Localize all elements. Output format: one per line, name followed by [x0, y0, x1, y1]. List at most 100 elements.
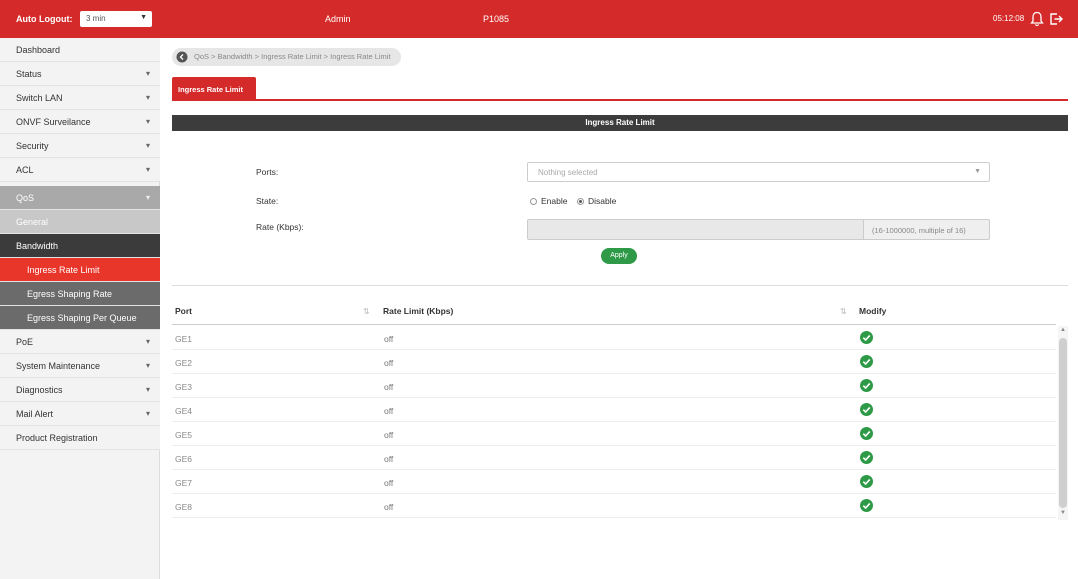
sidebar-item-general[interactable]: General: [0, 210, 160, 234]
sidebar-item-onvf[interactable]: ONVF Surveilance ▾: [0, 110, 160, 134]
sidebar-item-ingress-rate-limit[interactable]: Ingress Rate Limit: [0, 258, 160, 282]
column-header-port[interactable]: Port: [175, 306, 192, 316]
sidebar-item-egress-shaping-per-queue[interactable]: Egress Shaping Per Queue: [0, 306, 160, 330]
sidebar-item-diagnostics[interactable]: Diagnostics ▾: [0, 378, 160, 402]
navigation-icon[interactable]: [176, 51, 188, 63]
sidebar-item-dashboard[interactable]: Dashboard: [0, 38, 160, 62]
rate-cell: off: [384, 358, 394, 368]
modify-check-icon[interactable]: [860, 331, 873, 344]
table-row: GE4 off: [172, 398, 1056, 422]
disable-radio-label: Disable: [588, 196, 617, 206]
sort-icon[interactable]: ⇅: [363, 307, 370, 316]
sidebar-item-mail-alert[interactable]: Mail Alert ▾: [0, 402, 160, 426]
port-cell: GE5: [175, 430, 193, 440]
rate-cell: off: [384, 454, 394, 464]
modify-check-icon[interactable]: [860, 355, 873, 368]
sidebar-item-acl[interactable]: ACL ▾: [0, 158, 160, 182]
sort-icon[interactable]: ⇅: [840, 307, 847, 316]
column-header-modify: Modify: [859, 306, 887, 316]
rate-cell: off: [384, 382, 394, 392]
sidebar-item-qos[interactable]: QoS ▾: [0, 186, 160, 210]
chevron-down-icon: ▼: [974, 168, 981, 175]
rate-input[interactable]: [527, 219, 863, 240]
sidebar-item-system-maintenance[interactable]: System Maintenance ▾: [0, 354, 160, 378]
port-cell: GE8: [175, 502, 193, 512]
chevron-down-icon: ▾: [145, 141, 150, 150]
port-cell: GE7: [175, 478, 193, 488]
enable-radio-label: Enable: [541, 196, 568, 206]
rate-cell: off: [384, 430, 394, 440]
sidebar-item-security[interactable]: Security ▾: [0, 134, 160, 158]
auto-logout-select[interactable]: 3 min ▼: [80, 11, 152, 27]
sidebar-item-switch-lan[interactable]: Switch LAN ▾: [0, 86, 160, 110]
tab-underline: [172, 99, 1068, 101]
sidebar-item-bandwidth[interactable]: Bandwidth: [0, 234, 160, 258]
scroll-down-icon[interactable]: ▼: [1060, 510, 1066, 516]
rate-label: Rate (Kbps):: [256, 222, 304, 232]
sidebar-item-label: Dashboard: [16, 45, 61, 55]
sidebar-item-egress-shaping-rate[interactable]: Egress Shaping Rate: [0, 282, 160, 306]
sidebar-item-label: ACL: [16, 165, 34, 175]
state-label: State:: [256, 196, 279, 206]
auto-logout-value: 3 min: [86, 14, 106, 23]
chevron-down-icon: ▾: [145, 165, 150, 174]
sidebar-item-label: Diagnostics: [16, 385, 63, 395]
modify-check-icon[interactable]: [860, 451, 873, 464]
ports-label: Ports:: [256, 167, 279, 177]
rate-cell: off: [384, 334, 394, 344]
modify-check-icon[interactable]: [860, 379, 873, 392]
logout-icon[interactable]: [1048, 11, 1064, 27]
port-cell: GE2: [175, 358, 193, 368]
sidebar-item-poe[interactable]: PoE ▾: [0, 330, 160, 354]
rate-hint: (16-1000000, multiple of 16): [863, 219, 990, 240]
table-row: GE3 off: [172, 374, 1056, 398]
breadcrumb: QoS > Bandwidth > Ingress Rate Limit > I…: [172, 48, 401, 66]
sidebar-item-label: Egress Shaping Rate: [27, 289, 113, 299]
chevron-down-icon: ▾: [145, 93, 150, 102]
bell-icon[interactable]: [1030, 11, 1044, 27]
table-scrollbar[interactable]: ▲ ▼: [1058, 326, 1068, 520]
modify-check-icon[interactable]: [860, 475, 873, 488]
modify-check-icon[interactable]: [860, 403, 873, 416]
sidebar-item-label: System Maintenance: [16, 361, 101, 371]
chevron-down-icon: ▾: [145, 193, 150, 202]
table-row: GE5 off: [172, 422, 1056, 446]
breadcrumb-text[interactable]: QoS > Bandwidth > Ingress Rate Limit > I…: [194, 52, 391, 61]
modify-check-icon[interactable]: [860, 499, 873, 512]
sidebar: Dashboard Status ▾ Switch LAN ▾ ONVF Surve…: [0, 38, 160, 579]
scrollbar-thumb[interactable]: [1059, 338, 1067, 508]
modify-check-icon[interactable]: [860, 427, 873, 440]
sidebar-item-label: Ingress Rate Limit: [27, 265, 100, 275]
sidebar-item-label: Security: [16, 141, 49, 151]
sidebar-item-label: PoE: [16, 337, 34, 347]
column-header-rate-limit[interactable]: Rate Limit (Kbps): [383, 306, 453, 316]
chevron-down-icon: ▾: [145, 361, 150, 370]
sidebar-item-label: Egress Shaping Per Queue: [27, 313, 137, 323]
table-header-line: [172, 324, 1056, 325]
port-cell: GE4: [175, 406, 193, 416]
chevron-down-icon: ▾: [145, 409, 150, 418]
scroll-up-icon[interactable]: ▲: [1060, 327, 1066, 333]
rate-cell: off: [384, 406, 394, 416]
section-title: Ingress Rate Limit: [172, 115, 1068, 131]
tab-ingress-rate-limit[interactable]: Ingress Rate Limit: [172, 77, 256, 99]
rate-cell: off: [384, 478, 394, 488]
device-model: P1085: [483, 14, 510, 24]
auto-logout-label: Auto Logout:: [16, 14, 73, 24]
sidebar-item-label: Switch LAN: [16, 93, 63, 103]
rate-cell: off: [384, 502, 394, 512]
disable-radio[interactable]: [577, 198, 584, 205]
apply-button[interactable]: Apply: [601, 248, 637, 264]
top-bar: Auto Logout: 3 min ▼ Admin P1085 05:12:0…: [0, 0, 1078, 38]
sidebar-item-status[interactable]: Status ▾: [0, 62, 160, 86]
sidebar-item-label: QoS: [16, 193, 35, 203]
sidebar-item-product-registration[interactable]: Product Registration: [0, 426, 160, 450]
enable-radio[interactable]: [530, 198, 537, 205]
port-cell: GE6: [175, 454, 193, 464]
port-cell: GE1: [175, 334, 193, 344]
sidebar-item-label: Mail Alert: [16, 409, 54, 419]
ports-placeholder: Nothing selected: [538, 168, 598, 177]
ports-select[interactable]: Nothing selected ▼: [527, 162, 990, 182]
chevron-down-icon: ▾: [145, 385, 150, 394]
chevron-down-icon: ▼: [140, 14, 147, 21]
